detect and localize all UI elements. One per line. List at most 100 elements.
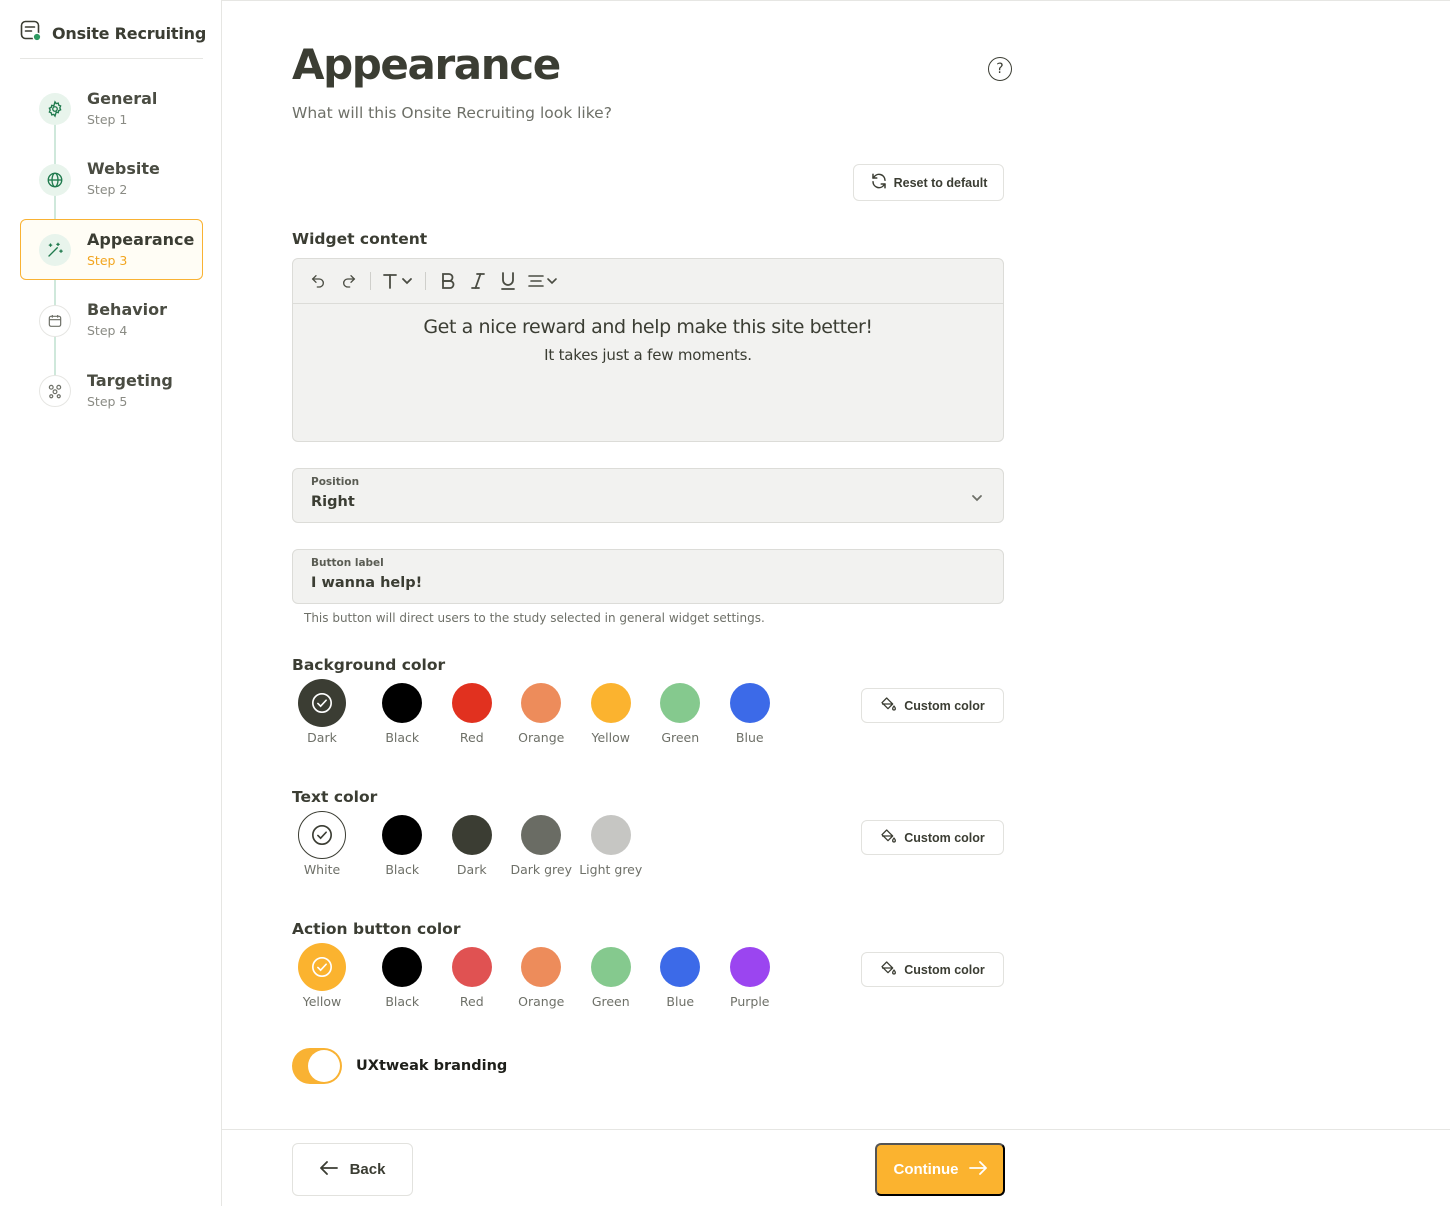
swatch-label: Blue: [666, 994, 695, 1009]
swatch-circle[interactable]: [451, 947, 492, 987]
position-label: Position: [311, 476, 360, 488]
text-color-label: Text color: [292, 788, 378, 806]
step-number: Step 4: [87, 323, 128, 338]
swatch-orange[interactable]: Orange: [507, 683, 577, 745]
swatch-red[interactable]: Red: [437, 683, 507, 745]
widget-body-text: It takes just a few moments.: [544, 346, 752, 364]
step-general[interactable]: General Step 1: [20, 78, 203, 139]
action-custom-color-button[interactable]: Custom color: [861, 952, 1004, 987]
swatch-circle[interactable]: [660, 683, 701, 723]
step-behavior[interactable]: Behavior Step 4: [20, 290, 203, 351]
swatch-circle[interactable]: [382, 815, 423, 855]
app-title: Onsite Recruiting: [52, 23, 207, 43]
font-size-icon[interactable]: [381, 269, 415, 293]
step-name: Appearance: [87, 229, 195, 249]
swatch-circle[interactable]: [729, 683, 770, 723]
swatch-circle[interactable]: [451, 683, 492, 723]
swatch-black[interactable]: Black: [368, 683, 438, 745]
help-icon[interactable]: ?: [988, 57, 1012, 81]
swatch-circle[interactable]: [298, 811, 346, 859]
swatch-yellow[interactable]: Yellow: [298, 943, 346, 1009]
page-subtitle: What will this Onsite Recruiting look li…: [292, 104, 612, 122]
swatch-light-grey[interactable]: Light grey: [576, 815, 646, 877]
branding-toggle-row: UXtweak branding: [292, 1048, 507, 1084]
editor-body[interactable]: Get a nice reward and help make this sit…: [293, 304, 1003, 364]
redo-icon[interactable]: [338, 269, 360, 293]
swatch-circle[interactable]: [451, 815, 492, 855]
swatch-orange[interactable]: Orange: [507, 947, 577, 1009]
swatch-circle[interactable]: [521, 815, 562, 855]
step-name: Website: [87, 159, 160, 178]
swatch-circle[interactable]: [660, 947, 701, 987]
swatch-white[interactable]: White: [298, 811, 346, 877]
swatch-circle[interactable]: [521, 683, 562, 723]
swatch-dark[interactable]: Dark: [298, 679, 346, 745]
swatch-label: Black: [385, 730, 420, 745]
swatch-red[interactable]: Red: [437, 947, 507, 1009]
swatch-dark[interactable]: Dark: [437, 815, 507, 877]
continue-button[interactable]: Continue: [875, 1143, 1005, 1196]
step-targeting[interactable]: Targeting Step 5: [20, 360, 203, 421]
swatch-blue[interactable]: Blue: [715, 683, 785, 745]
swatch-yellow[interactable]: Yellow: [576, 683, 646, 745]
italic-icon[interactable]: [466, 269, 490, 293]
swatch-blue[interactable]: Blue: [646, 947, 716, 1009]
button-label-label: Button label: [311, 557, 384, 569]
swatch-circle[interactable]: [382, 947, 423, 987]
reset-to-default-button[interactable]: Reset to default: [853, 164, 1004, 201]
button-label-hint: This button will direct users to the stu…: [304, 611, 765, 625]
swatch-black[interactable]: Black: [368, 947, 438, 1009]
swatch-green[interactable]: Green: [576, 947, 646, 1009]
swatch-circle[interactable]: [590, 947, 631, 987]
swatch-circle[interactable]: [382, 683, 423, 723]
swatch-label: Black: [385, 994, 420, 1009]
underline-icon[interactable]: [496, 269, 520, 293]
swatch-purple[interactable]: Purple: [715, 947, 785, 1009]
swatch-circle[interactable]: [590, 815, 631, 855]
background-custom-color-button[interactable]: Custom color: [861, 688, 1004, 723]
paint-bucket-icon: [880, 960, 897, 979]
position-select[interactable]: Position Right: [292, 468, 1004, 523]
step-name: Behavior: [87, 300, 168, 319]
text-color-swatches: White Black Dark Dark grey Light grey: [298, 811, 646, 877]
step-website[interactable]: Website Step 2: [20, 149, 203, 210]
widget-content-editor[interactable]: Get a nice reward and help make this sit…: [292, 258, 1004, 442]
text-custom-color-button[interactable]: Custom color: [861, 820, 1004, 855]
background-color-swatches: Dark Black Red Orange Yellow Green Blue: [298, 679, 785, 745]
widget-content-label: Widget content: [292, 230, 428, 248]
swatch-circle[interactable]: [521, 947, 562, 987]
step-appearance[interactable]: Appearance Step 3: [20, 219, 203, 280]
swatch-label: Orange: [518, 730, 565, 745]
swatch-circle[interactable]: [590, 683, 631, 723]
undo-icon[interactable]: [307, 269, 329, 293]
step-name: General: [87, 88, 158, 108]
back-button[interactable]: Back: [292, 1143, 413, 1196]
toggle-knob: [308, 1050, 340, 1082]
swatch-label: Dark: [456, 862, 487, 877]
swatch-label: Yellow: [591, 730, 630, 745]
toolbar-separator: [425, 272, 426, 290]
magic-wand-icon: [39, 234, 71, 266]
custom-color-label: Custom color: [904, 698, 985, 713]
action-color-swatches: Yellow Black Red Orange Green Blue Purpl…: [298, 943, 785, 1009]
branding-toggle[interactable]: [292, 1048, 342, 1084]
swatch-label: White: [303, 862, 341, 877]
swatch-black[interactable]: Black: [368, 815, 438, 877]
swatch-label: Black: [385, 862, 420, 877]
swatch-circle[interactable]: [298, 943, 346, 991]
calendar-icon: [39, 304, 71, 337]
swatch-circle[interactable]: [729, 947, 770, 987]
swatch-label: Red: [459, 730, 484, 745]
branding-label: UXtweak branding: [356, 1058, 508, 1074]
align-icon[interactable]: [526, 269, 560, 293]
step-number: Step 2: [87, 182, 128, 197]
swatch-dark-grey[interactable]: Dark grey: [507, 815, 577, 877]
widget-heading: Get a nice reward and help make this sit…: [423, 316, 873, 338]
swatch-green[interactable]: Green: [646, 683, 716, 745]
bold-icon[interactable]: [436, 269, 460, 293]
swatch-circle[interactable]: [298, 679, 346, 727]
custom-color-label: Custom color: [904, 962, 985, 977]
swatch-label: Purple: [730, 994, 770, 1009]
swatch-label: Yellow: [302, 994, 342, 1009]
button-label-input[interactable]: Button label I wanna help!: [292, 549, 1004, 604]
